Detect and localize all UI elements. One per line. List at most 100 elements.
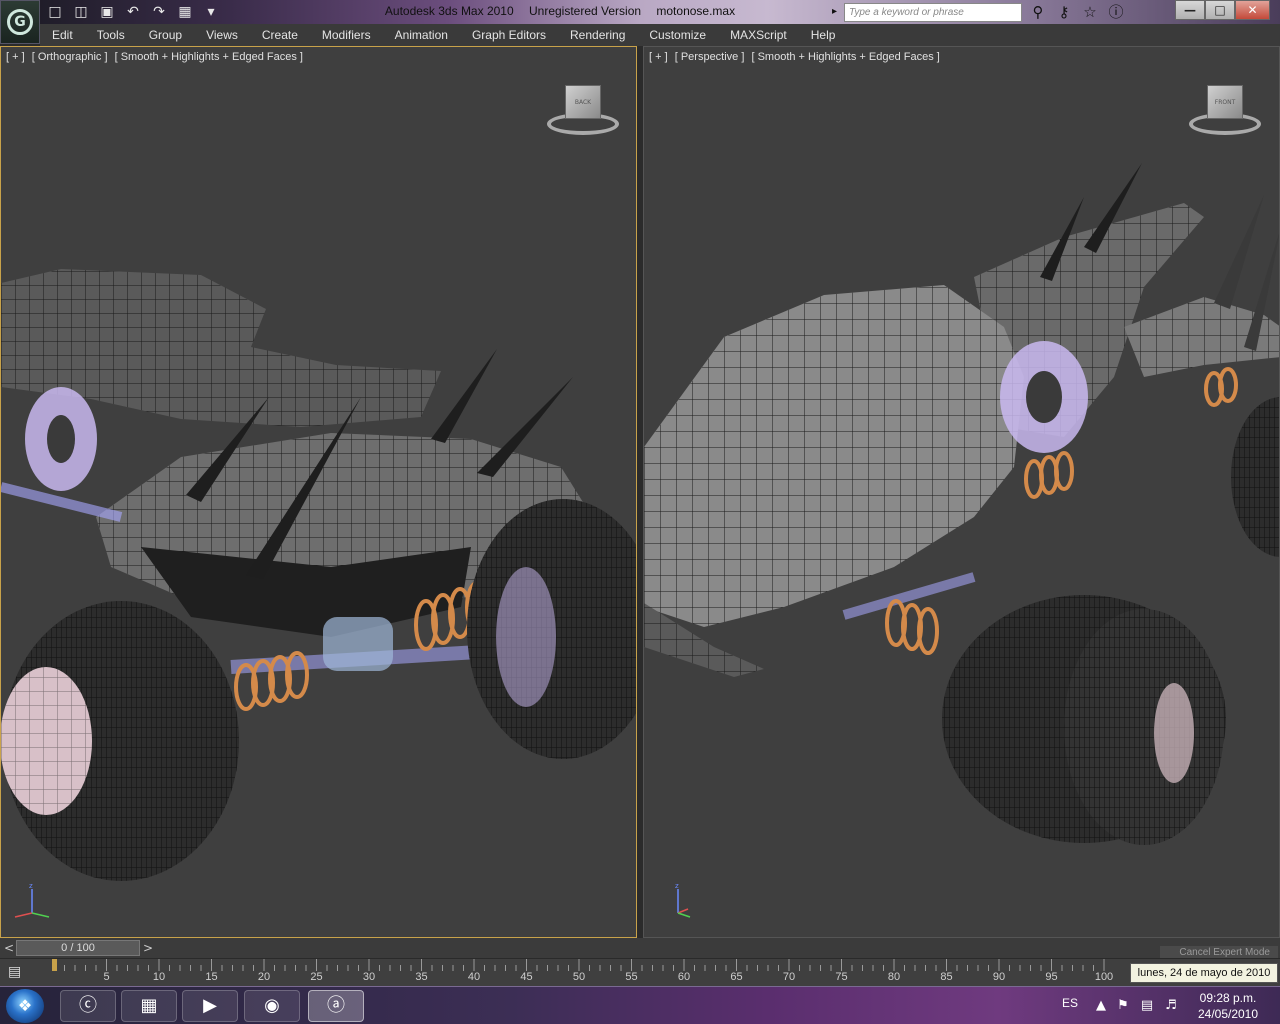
model-render-perspective[interactable] xyxy=(644,47,1280,938)
desktop: □ ◫ ▣ ↶ ↷ ▦ ▾ Autodesk 3ds Max 2010 Unre… xyxy=(0,0,1280,1024)
viewport-view-type[interactable]: [ Perspective ] xyxy=(675,51,745,63)
viewport-shading-mode[interactable]: [ Smooth + Highlights + Edged Faces ] xyxy=(751,51,939,63)
search-input[interactable]: Type a keyword or phrase xyxy=(844,3,1022,22)
tick-label: 5 xyxy=(103,971,110,983)
tick-label: 30 xyxy=(362,971,376,983)
start-button[interactable]: ❖ xyxy=(6,989,44,1023)
viewport-label-right[interactable]: [ + ] [ Perspective ] [ Smooth + Highlig… xyxy=(649,51,944,63)
file-name: motonose.max xyxy=(656,4,736,18)
time-slider-thumb[interactable]: 0 / 100 xyxy=(16,940,140,956)
menu-customize[interactable]: Customize xyxy=(637,24,718,46)
menu-views[interactable]: Views xyxy=(194,24,250,46)
infocenter-toolbar: ⚲ ⚷ ☆ ⓘ xyxy=(1026,2,1128,22)
tick-label: 45 xyxy=(520,971,533,983)
binoculars-icon[interactable]: ⚲ xyxy=(1026,2,1050,22)
network-icon[interactable]: ▤ xyxy=(1138,997,1156,1015)
application-button[interactable]: G xyxy=(0,0,40,44)
viewport-orthographic[interactable]: [ + ] [ Orthographic ] [ Smooth + Highli… xyxy=(0,46,637,938)
viewport-shading-mode[interactable]: [ Smooth + Highlights + Edged Faces ] xyxy=(115,51,303,63)
date-tooltip: lunes, 24 de mayo de 2010 xyxy=(1130,963,1278,983)
viewport-perspective[interactable]: [ + ] [ Perspective ] [ Smooth + Highlig… xyxy=(643,46,1280,938)
menu-animation[interactable]: Animation xyxy=(383,24,460,46)
clock-date: 24/05/2010 xyxy=(1197,1007,1259,1021)
action-center-icon[interactable]: ⚑ xyxy=(1114,997,1132,1015)
axis-tripod-icon: z xyxy=(675,882,691,918)
toolbar-dropdown-icon[interactable]: ▾ xyxy=(200,2,222,22)
window-controls: — □ ✕ xyxy=(1175,0,1270,20)
taskbar: ❖ ⓒ ▦ ▶ ◉ ⓐ ES ▲ ⚑ ▤ ♬ 09:28 p.m. 24/05/… xyxy=(0,986,1280,1024)
model-render-orthographic[interactable] xyxy=(1,47,637,938)
taskbar-ie-icon[interactable]: ⓒ xyxy=(60,990,116,1022)
redo-icon[interactable]: ↷ xyxy=(148,2,170,22)
tick-label: 80 xyxy=(887,971,901,983)
taskbar-3dsmax-icon[interactable]: ⓐ xyxy=(308,990,364,1022)
tick-label: 50 xyxy=(572,971,586,983)
version-note: Unregistered Version xyxy=(528,4,642,18)
tick-label: 20 xyxy=(257,971,271,983)
tick-label: 35 xyxy=(415,971,428,983)
app-logo-icon: G xyxy=(7,9,33,35)
menu-help[interactable]: Help xyxy=(799,24,848,46)
viewport-view-type[interactable]: [ Orthographic ] xyxy=(32,51,108,63)
menu-maxscript[interactable]: MAXScript xyxy=(718,24,799,46)
cancel-expert-mode-button[interactable]: Cancel Expert Mode xyxy=(1160,946,1278,958)
viewcube-left[interactable]: BACK xyxy=(547,83,619,137)
menu-edit[interactable]: Edit xyxy=(40,24,85,46)
key-icon[interactable]: ⚷ xyxy=(1052,2,1076,22)
tick-label: 65 xyxy=(730,971,743,983)
viewcube-right[interactable]: FRONT xyxy=(1189,83,1261,137)
tick-label: 85 xyxy=(940,971,953,983)
menu-bar: Edit Tools Group Views Create Modifiers … xyxy=(40,24,1280,46)
viewcube-face[interactable]: FRONT xyxy=(1207,85,1243,119)
save-file-icon[interactable]: ▣ xyxy=(96,2,118,22)
tick-label: 100 xyxy=(1094,971,1114,983)
tick-label: 55 xyxy=(625,971,638,983)
tick-ruler xyxy=(52,959,1105,971)
menu-rendering[interactable]: Rendering xyxy=(558,24,637,46)
svg-text:z: z xyxy=(675,882,679,890)
restore-button[interactable]: □ xyxy=(1205,0,1235,20)
taskbar-chrome-icon[interactable]: ◉ xyxy=(244,990,300,1022)
tray-expand-icon[interactable]: ▲ xyxy=(1092,997,1110,1015)
tick-label: 40 xyxy=(467,971,481,983)
project-folder-icon[interactable]: ▦ xyxy=(174,2,196,22)
viewport-label-left[interactable]: [ + ] [ Orthographic ] [ Smooth + Highli… xyxy=(6,51,307,63)
new-file-icon[interactable]: □ xyxy=(44,2,66,22)
open-file-icon[interactable]: ◫ xyxy=(70,2,92,22)
axis-tripod-icon: z xyxy=(14,882,50,918)
menu-create[interactable]: Create xyxy=(250,24,310,46)
taskbar-media-player-icon[interactable]: ▶ xyxy=(182,990,238,1022)
tick-label: 60 xyxy=(677,971,691,983)
undo-icon[interactable]: ↶ xyxy=(122,2,144,22)
track-bar[interactable]: ▤ 5 10 15 20 25 30 35 40 45 50 55 60 65 70 75 80 85 90 95 1… xyxy=(0,958,1280,986)
menu-modifiers[interactable]: Modifiers xyxy=(310,24,383,46)
star-icon[interactable]: ☆ xyxy=(1078,2,1102,22)
viewport-menu-plus[interactable]: [ + ] xyxy=(6,51,25,63)
viewcube-face[interactable]: BACK xyxy=(565,85,601,119)
close-button[interactable]: ✕ xyxy=(1235,0,1270,20)
tick-label: 70 xyxy=(782,971,796,983)
tick-label: 95 xyxy=(1045,971,1058,983)
language-indicator[interactable]: ES xyxy=(1062,996,1078,1010)
taskbar-explorer-icon[interactable]: ▦ xyxy=(121,990,177,1022)
help-icon[interactable]: ⓘ xyxy=(1104,2,1128,22)
tick-label: 90 xyxy=(992,971,1006,983)
time-slider: < 0 / 100 > Cancel Expert Mode xyxy=(0,938,1280,958)
tick-label: 25 xyxy=(310,971,323,983)
tick-label: 10 xyxy=(152,971,166,983)
menu-graph-editors[interactable]: Graph Editors xyxy=(460,24,558,46)
system-clock[interactable]: 09:28 p.m. 24/05/2010 xyxy=(1190,990,1266,1022)
menu-group[interactable]: Group xyxy=(137,24,194,46)
window-title: Autodesk 3ds Max 2010 Unregistered Versi… xyxy=(300,4,820,18)
tick-label: 75 xyxy=(835,971,848,983)
app-title: Autodesk 3ds Max 2010 xyxy=(384,4,514,18)
tick-label: 15 xyxy=(205,971,218,983)
menu-tools[interactable]: Tools xyxy=(85,24,137,46)
curve-editor-icon[interactable]: ▤ xyxy=(8,963,32,981)
search-expand-icon[interactable]: ▸ xyxy=(832,3,842,21)
viewport-menu-plus[interactable]: [ + ] xyxy=(649,51,668,63)
volume-icon[interactable]: ♬ xyxy=(1162,997,1180,1015)
time-slider-prev-button[interactable]: < xyxy=(2,940,16,956)
time-slider-next-button[interactable]: > xyxy=(141,940,155,956)
minimize-button[interactable]: — xyxy=(1175,0,1205,20)
